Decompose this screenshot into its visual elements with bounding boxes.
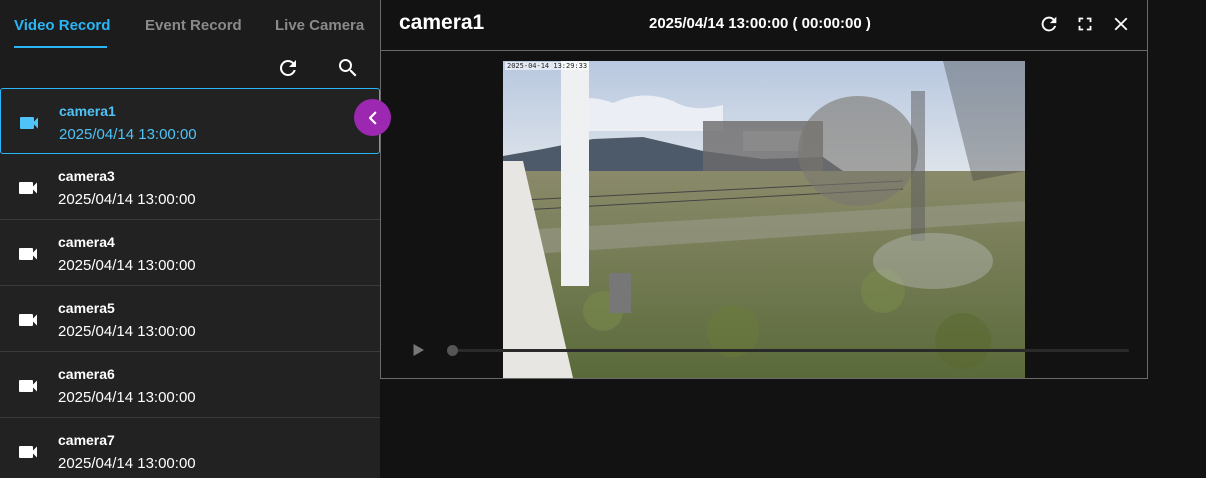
camera-list-item[interactable]: camera1 2025/04/14 13:00:00 xyxy=(0,88,380,154)
camera-name: camera4 xyxy=(58,234,115,250)
camera-list: camera1 2025/04/14 13:00:00 camera3 2025… xyxy=(0,88,380,478)
camera-name: camera7 xyxy=(58,432,115,448)
record-tabs: Video Record Event Record Live Camera xyxy=(0,0,380,52)
video-osd-timestamp: 2025-04-14 13:29:33 xyxy=(505,62,590,70)
refresh-icon xyxy=(279,59,296,76)
videocam-icon xyxy=(16,374,40,398)
video-still-image xyxy=(503,61,1025,378)
camera-time: 2025/04/14 13:00:00 xyxy=(58,389,196,406)
search-button[interactable] xyxy=(336,56,360,80)
camera-name: camera3 xyxy=(58,168,115,184)
seek-thumb[interactable] xyxy=(447,345,458,356)
refresh-button[interactable] xyxy=(276,56,300,80)
search-icon xyxy=(339,59,357,77)
active-tab-indicator xyxy=(14,46,107,48)
chevron-left-icon xyxy=(368,111,376,124)
tab-event-record[interactable]: Event Record xyxy=(145,17,242,34)
camera-time: 2025/04/14 13:00:00 xyxy=(58,191,196,208)
camera-list-item[interactable]: camera5 2025/04/14 13:00:00 xyxy=(0,286,380,352)
close-button[interactable] xyxy=(1110,13,1132,35)
collapse-sidebar-button[interactable] xyxy=(354,99,391,136)
play-icon xyxy=(413,344,424,356)
camera-time: 2025/04/14 13:00:00 xyxy=(58,323,196,340)
camera-name: camera1 xyxy=(59,103,116,119)
videocam-icon xyxy=(16,242,40,266)
camera-list-item[interactable]: camera3 2025/04/14 13:00:00 xyxy=(0,154,380,220)
camera-list-item[interactable]: camera7 2025/04/14 13:00:00 xyxy=(0,418,380,478)
camera-name: camera6 xyxy=(58,366,115,382)
videocam-icon xyxy=(16,440,40,464)
video-viewer: camera1 2025/04/14 13:00:00 ( 00:00:00 ) xyxy=(380,0,1148,379)
close-icon xyxy=(1114,17,1128,31)
videocam-icon xyxy=(16,308,40,332)
camera-time: 2025/04/14 13:00:00 xyxy=(58,257,196,274)
viewer-header: camera1 2025/04/14 13:00:00 ( 00:00:00 ) xyxy=(381,0,1147,51)
play-button[interactable] xyxy=(409,341,427,359)
viewer-timestamp: 2025/04/14 13:00:00 ( 00:00:00 ) xyxy=(649,15,871,32)
viewer-title: camera1 xyxy=(399,11,485,34)
refresh-button[interactable] xyxy=(1038,13,1060,35)
app-root: Video Record Event Record Live Camera ca… xyxy=(0,0,1206,478)
tab-video-record[interactable]: Video Record xyxy=(14,17,110,34)
camera-list-item[interactable]: camera4 2025/04/14 13:00:00 xyxy=(0,220,380,286)
video-frame[interactable]: 2025-04-14 13:29:33 xyxy=(503,61,1025,378)
videocam-icon xyxy=(17,111,41,135)
camera-time: 2025/04/14 13:00:00 xyxy=(58,455,196,472)
videocam-icon xyxy=(16,176,40,200)
refresh-icon xyxy=(1041,16,1057,32)
seek-bar[interactable] xyxy=(453,349,1129,352)
camera-name: camera5 xyxy=(58,300,115,316)
camera-sidebar: Video Record Event Record Live Camera ca… xyxy=(0,0,380,478)
fullscreen-icon xyxy=(1078,17,1092,31)
tab-live-camera[interactable]: Live Camera xyxy=(275,17,364,34)
camera-list-item[interactable]: camera6 2025/04/14 13:00:00 xyxy=(0,352,380,418)
camera-time: 2025/04/14 13:00:00 xyxy=(59,126,197,143)
fullscreen-button[interactable] xyxy=(1074,13,1096,35)
